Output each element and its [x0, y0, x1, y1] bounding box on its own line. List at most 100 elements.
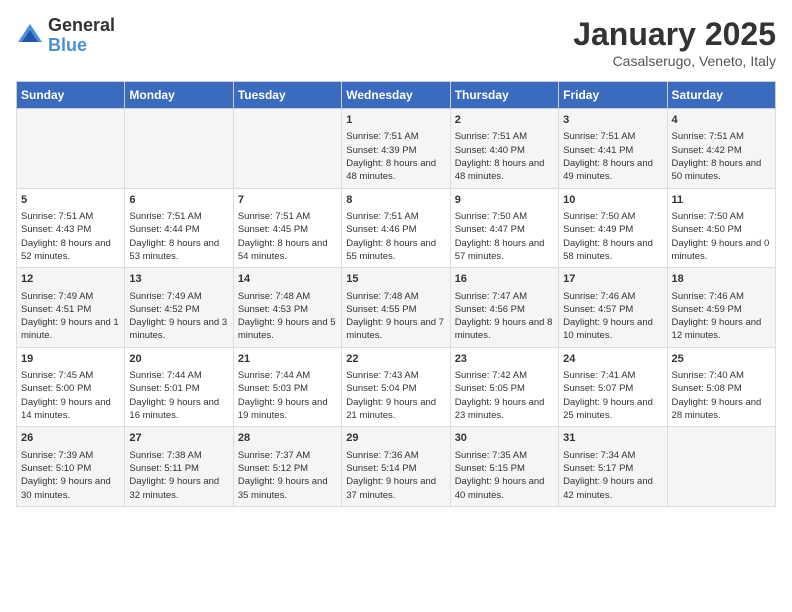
calendar-cell: 26 Sunrise: 7:39 AM Sunset: 5:10 PM Dayli… [17, 427, 125, 507]
weekday-header-row: SundayMondayTuesdayWednesdayThursdayFrid… [17, 82, 776, 109]
day-number: 2 [455, 113, 554, 128]
calendar-cell: 3 Sunrise: 7:51 AM Sunset: 4:41 PM Daylig… [559, 109, 667, 189]
cell-content: Sunrise: 7:51 AM Sunset: 4:41 PM Dayligh… [563, 130, 662, 183]
calendar-cell: 27 Sunrise: 7:38 AM Sunset: 5:11 PM Dayli… [125, 427, 233, 507]
title-block: January 2025 Casalserugo, Veneto, Italy [573, 16, 776, 69]
cell-content: Sunrise: 7:42 AM Sunset: 5:05 PM Dayligh… [455, 369, 554, 422]
calendar-week-row: 1Sunrise: 7:51 AM Sunset: 4:39 PM Daylig… [17, 109, 776, 189]
calendar-cell: 9 Sunrise: 7:50 AM Sunset: 4:47 PM Daylig… [450, 188, 558, 268]
cell-content: Sunrise: 7:36 AM Sunset: 5:14 PM Dayligh… [346, 449, 445, 502]
calendar-week-row: 5Sunrise: 7:51 AM Sunset: 4:43 PM Daylig… [17, 188, 776, 268]
cell-content: Sunrise: 7:50 AM Sunset: 4:50 PM Dayligh… [672, 210, 771, 263]
calendar-cell: 11 Sunrise: 7:50 AM Sunset: 4:50 PM Dayli… [667, 188, 775, 268]
day-number: 28 [238, 431, 337, 446]
calendar-table: SundayMondayTuesdayWednesdayThursdayFrid… [16, 81, 776, 507]
calendar-cell: 21Sunrise: 7:44 AM Sunset: 5:03 PM Dayli… [233, 347, 341, 427]
calendar-cell: 13 Sunrise: 7:49 AM Sunset: 4:52 PM Dayli… [125, 268, 233, 348]
day-number: 6 [129, 193, 228, 208]
cell-content: Sunrise: 7:38 AM Sunset: 5:11 PM Dayligh… [129, 449, 228, 502]
page-header: General Blue January 2025 Casalserugo, V… [16, 16, 776, 69]
day-number: 18 [672, 272, 771, 287]
day-number: 15 [346, 272, 445, 287]
calendar-cell: 23 Sunrise: 7:42 AM Sunset: 5:05 PM Dayli… [450, 347, 558, 427]
cell-content: Sunrise: 7:37 AM Sunset: 5:12 PM Dayligh… [238, 449, 337, 502]
day-number: 3 [563, 113, 662, 128]
cell-content: Sunrise: 7:43 AM Sunset: 5:04 PM Dayligh… [346, 369, 445, 422]
day-number: 4 [672, 113, 771, 128]
cell-content: Sunrise: 7:51 AM Sunset: 4:45 PM Dayligh… [238, 210, 337, 263]
day-number: 11 [672, 193, 771, 208]
cell-content: Sunrise: 7:39 AM Sunset: 5:10 PM Dayligh… [21, 449, 120, 502]
cell-content: Sunrise: 7:48 AM Sunset: 4:53 PM Dayligh… [238, 290, 337, 343]
calendar-cell: 2Sunrise: 7:51 AM Sunset: 4:40 PM Daylig… [450, 109, 558, 189]
cell-content: Sunrise: 7:45 AM Sunset: 5:00 PM Dayligh… [21, 369, 120, 422]
day-number: 1 [346, 113, 445, 128]
calendar-cell: 17 Sunrise: 7:46 AM Sunset: 4:57 PM Dayli… [559, 268, 667, 348]
weekday-header-cell: Sunday [17, 82, 125, 109]
day-number: 20 [129, 352, 228, 367]
calendar-week-row: 12 Sunrise: 7:49 AM Sunset: 4:51 PM Dayli… [17, 268, 776, 348]
day-number: 27 [129, 431, 228, 446]
day-number: 23 [455, 352, 554, 367]
weekday-header-cell: Wednesday [342, 82, 450, 109]
weekday-header-cell: Saturday [667, 82, 775, 109]
cell-content: Sunrise: 7:51 AM Sunset: 4:44 PM Dayligh… [129, 210, 228, 263]
cell-content: Sunrise: 7:44 AM Sunset: 5:01 PM Dayligh… [129, 369, 228, 422]
day-number: 30 [455, 431, 554, 446]
calendar-cell: 16Sunrise: 7:47 AM Sunset: 4:56 PM Dayli… [450, 268, 558, 348]
calendar-cell: 19 Sunrise: 7:45 AM Sunset: 5:00 PM Dayli… [17, 347, 125, 427]
calendar-cell: 24Sunrise: 7:41 AM Sunset: 5:07 PM Dayli… [559, 347, 667, 427]
calendar-cell: 28 Sunrise: 7:37 AM Sunset: 5:12 PM Dayli… [233, 427, 341, 507]
calendar-cell [667, 427, 775, 507]
logo-general: General [48, 15, 115, 35]
cell-content: Sunrise: 7:49 AM Sunset: 4:51 PM Dayligh… [21, 290, 120, 343]
calendar-cell: 1Sunrise: 7:51 AM Sunset: 4:39 PM Daylig… [342, 109, 450, 189]
calendar-cell: 22 Sunrise: 7:43 AM Sunset: 5:04 PM Dayli… [342, 347, 450, 427]
day-number: 17 [563, 272, 662, 287]
day-number: 5 [21, 193, 120, 208]
day-number: 8 [346, 193, 445, 208]
weekday-header-cell: Tuesday [233, 82, 341, 109]
day-number: 13 [129, 272, 228, 287]
cell-content: Sunrise: 7:46 AM Sunset: 4:57 PM Dayligh… [563, 290, 662, 343]
calendar-cell: 8 Sunrise: 7:51 AM Sunset: 4:46 PM Daylig… [342, 188, 450, 268]
cell-content: Sunrise: 7:40 AM Sunset: 5:08 PM Dayligh… [672, 369, 771, 422]
calendar-week-row: 19 Sunrise: 7:45 AM Sunset: 5:00 PM Dayli… [17, 347, 776, 427]
calendar-cell: 12 Sunrise: 7:49 AM Sunset: 4:51 PM Dayli… [17, 268, 125, 348]
cell-content: Sunrise: 7:51 AM Sunset: 4:46 PM Dayligh… [346, 210, 445, 263]
cell-content: Sunrise: 7:41 AM Sunset: 5:07 PM Dayligh… [563, 369, 662, 422]
day-number: 19 [21, 352, 120, 367]
day-number: 31 [563, 431, 662, 446]
cell-content: Sunrise: 7:49 AM Sunset: 4:52 PM Dayligh… [129, 290, 228, 343]
logo: General Blue [16, 16, 115, 56]
calendar-cell: 5Sunrise: 7:51 AM Sunset: 4:43 PM Daylig… [17, 188, 125, 268]
cell-content: Sunrise: 7:34 AM Sunset: 5:17 PM Dayligh… [563, 449, 662, 502]
day-number: 25 [672, 352, 771, 367]
cell-content: Sunrise: 7:48 AM Sunset: 4:55 PM Dayligh… [346, 290, 445, 343]
calendar-cell: 7Sunrise: 7:51 AM Sunset: 4:45 PM Daylig… [233, 188, 341, 268]
weekday-header-cell: Friday [559, 82, 667, 109]
day-number: 16 [455, 272, 554, 287]
calendar-cell: 18Sunrise: 7:46 AM Sunset: 4:59 PM Dayli… [667, 268, 775, 348]
subtitle: Casalserugo, Veneto, Italy [573, 53, 776, 69]
weekday-header-cell: Thursday [450, 82, 558, 109]
calendar-cell: 10Sunrise: 7:50 AM Sunset: 4:49 PM Dayli… [559, 188, 667, 268]
day-number: 26 [21, 431, 120, 446]
calendar-cell: 15 Sunrise: 7:48 AM Sunset: 4:55 PM Dayli… [342, 268, 450, 348]
calendar-cell: 6 Sunrise: 7:51 AM Sunset: 4:44 PM Daylig… [125, 188, 233, 268]
cell-content: Sunrise: 7:51 AM Sunset: 4:42 PM Dayligh… [672, 130, 771, 183]
cell-content: Sunrise: 7:50 AM Sunset: 4:47 PM Dayligh… [455, 210, 554, 263]
calendar-cell [233, 109, 341, 189]
day-number: 10 [563, 193, 662, 208]
logo-blue: Blue [48, 35, 87, 55]
calendar-cell: 4 Sunrise: 7:51 AM Sunset: 4:42 PM Daylig… [667, 109, 775, 189]
day-number: 29 [346, 431, 445, 446]
calendar-cell: 20 Sunrise: 7:44 AM Sunset: 5:01 PM Dayli… [125, 347, 233, 427]
day-number: 9 [455, 193, 554, 208]
calendar-cell: 30Sunrise: 7:35 AM Sunset: 5:15 PM Dayli… [450, 427, 558, 507]
calendar-cell: 14Sunrise: 7:48 AM Sunset: 4:53 PM Dayli… [233, 268, 341, 348]
logo-text: General Blue [48, 16, 115, 56]
day-number: 12 [21, 272, 120, 287]
day-number: 22 [346, 352, 445, 367]
calendar-cell: 31 Sunrise: 7:34 AM Sunset: 5:17 PM Dayli… [559, 427, 667, 507]
